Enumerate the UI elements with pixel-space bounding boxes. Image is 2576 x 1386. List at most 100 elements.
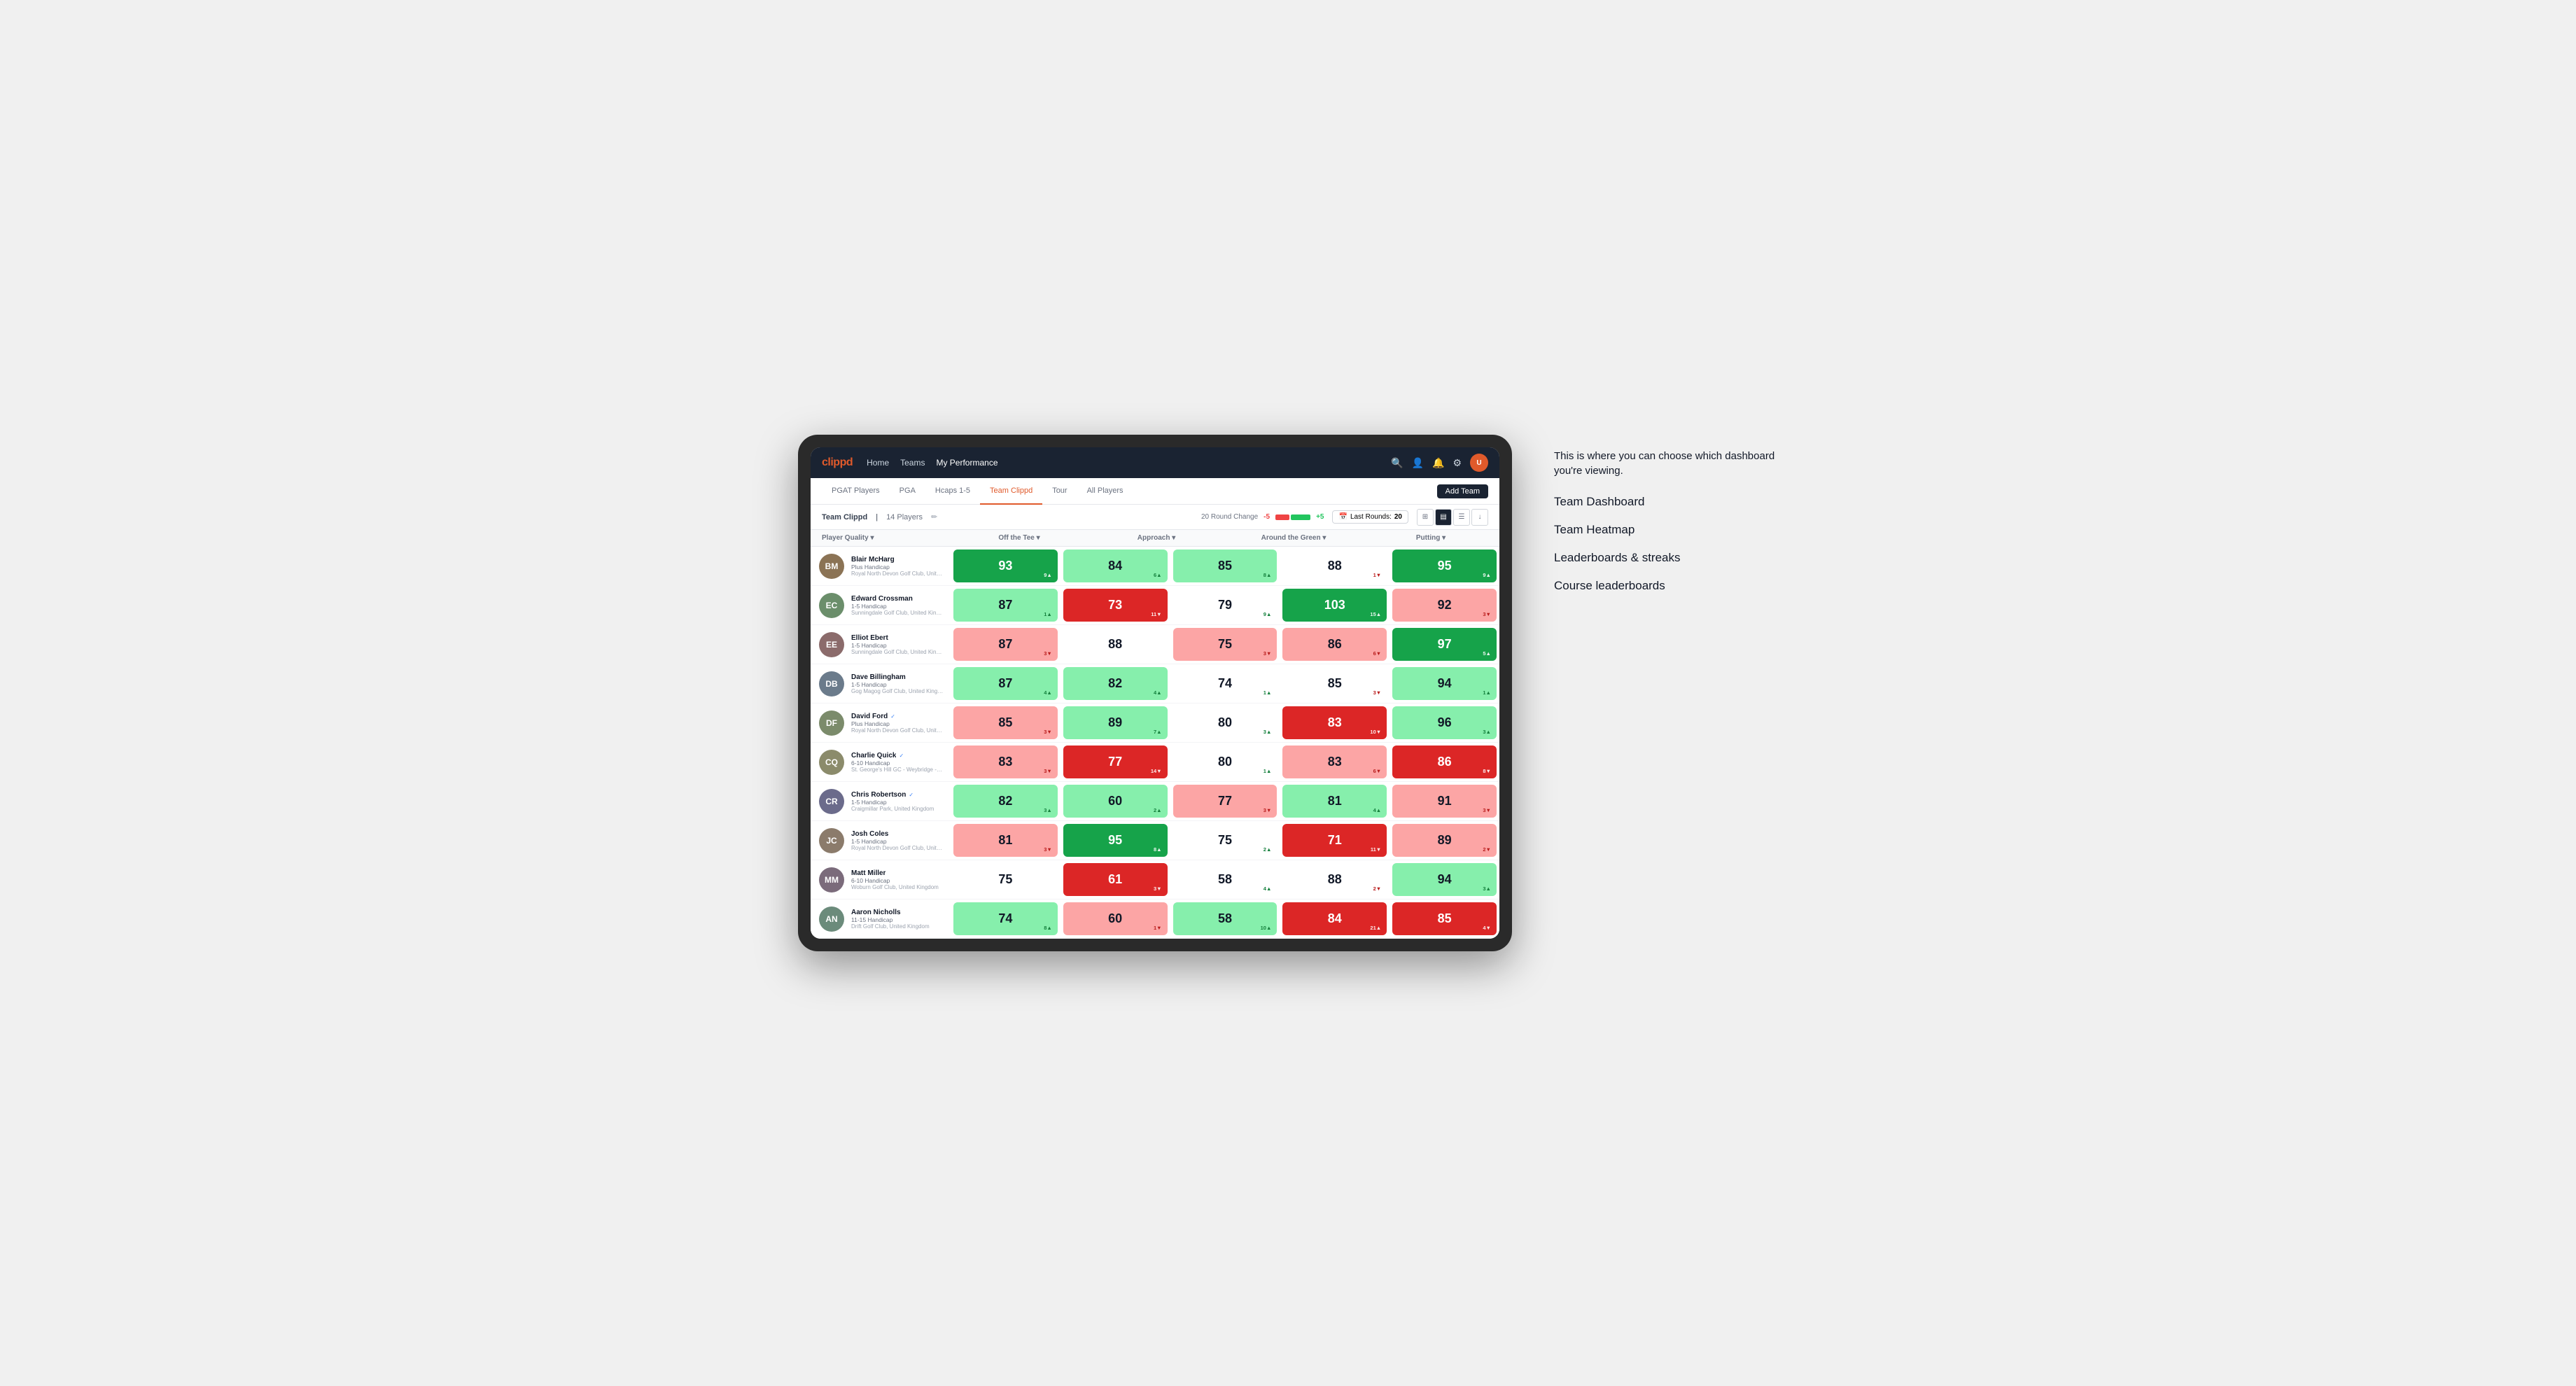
metric-cell-6-4[interactable]: 913▼ <box>1392 785 1497 818</box>
metric-cell-1-0[interactable]: 871▲ <box>953 589 1058 622</box>
metric-cell-6-2[interactable]: 773▼ <box>1173 785 1278 818</box>
avatar[interactable]: U <box>1470 454 1488 472</box>
table-row[interactable]: CRChris Robertson✓1-5 HandicapCraigmilla… <box>811 782 1499 821</box>
view-list-btn[interactable]: ☰ <box>1453 509 1470 526</box>
metric-cell-6-3[interactable]: 814▲ <box>1282 785 1387 818</box>
search-icon[interactable]: 🔍 <box>1391 457 1403 469</box>
column-header-player[interactable]: Player Quality ▾ <box>811 534 951 542</box>
metric-cell-9-3[interactable]: 8421▲ <box>1282 902 1387 935</box>
metric-cell-2-2[interactable]: 753▼ <box>1173 628 1278 661</box>
metric-cell-7-4[interactable]: 892▼ <box>1392 824 1497 857</box>
column-header-around[interactable]: Around the Green ▾ <box>1225 534 1362 542</box>
metric-cell-0-4[interactable]: 959▲ <box>1392 550 1497 582</box>
column-header-putting[interactable]: Putting ▾ <box>1362 534 1499 542</box>
table-row[interactable]: CQCharlie Quick✓6-10 HandicapSt. George'… <box>811 743 1499 782</box>
view-table-btn[interactable]: ▤ <box>1435 509 1452 526</box>
player-info: Edward Crossman1-5 HandicapSunningdale G… <box>851 595 944 616</box>
calendar-icon: 📅 <box>1338 513 1347 521</box>
metric-cell-4-2[interactable]: 803▲ <box>1173 706 1278 739</box>
metric-cell-5-4[interactable]: 868▼ <box>1392 746 1497 778</box>
metric-cell-0-1[interactable]: 846▲ <box>1063 550 1168 582</box>
metric-cell-5-3[interactable]: 836▼ <box>1282 746 1387 778</box>
metric-cell-9-4[interactable]: 854▼ <box>1392 902 1497 935</box>
metric-cell-1-2[interactable]: 799▲ <box>1173 589 1278 622</box>
tab-tour[interactable]: Tour <box>1042 478 1077 505</box>
metric-cell-7-0[interactable]: 813▼ <box>953 824 1058 857</box>
metric-value: 97 <box>1438 637 1452 652</box>
view-download-btn[interactable]: ↓ <box>1471 509 1488 526</box>
metric-cell-9-2[interactable]: 5810▲ <box>1173 902 1278 935</box>
metric-cell-0-2[interactable]: 858▲ <box>1173 550 1278 582</box>
table-row[interactable]: DBDave Billingham1-5 HandicapGog Magog G… <box>811 664 1499 704</box>
tab-teamclippd[interactable]: Team Clippd <box>980 478 1042 505</box>
metric-cell-7-1[interactable]: 958▲ <box>1063 824 1168 857</box>
metric-cell-8-0[interactable]: 75 <box>953 863 1058 896</box>
table-row[interactable]: ANAaron Nicholls11-15 HandicapDrift Golf… <box>811 899 1499 939</box>
settings-icon[interactable]: ⚙ <box>1452 457 1462 469</box>
user-icon[interactable]: 👤 <box>1412 457 1424 469</box>
metric-cell-9-0[interactable]: 748▲ <box>953 902 1058 935</box>
tab-hcaps[interactable]: Hcaps 1-5 <box>925 478 980 505</box>
metric-value: 58 <box>1218 911 1232 926</box>
tab-allplayers[interactable]: All Players <box>1077 478 1133 505</box>
metric-change: 11▼ <box>1371 846 1381 853</box>
metric-cell-9-1[interactable]: 601▼ <box>1063 902 1168 935</box>
metric-cell-0-3[interactable]: 881▼ <box>1282 550 1387 582</box>
last-rounds-button[interactable]: 📅 Last Rounds: 20 <box>1332 510 1408 524</box>
metric-cell-8-1[interactable]: 613▼ <box>1063 863 1168 896</box>
metric-cell-3-4[interactable]: 941▲ <box>1392 667 1497 700</box>
metric-value: 81 <box>998 833 1012 848</box>
bell-icon[interactable]: 🔔 <box>1432 457 1444 469</box>
player-name: Chris Robertson <box>851 791 906 799</box>
metric-cell-6-1[interactable]: 602▲ <box>1063 785 1168 818</box>
metric-cell-1-4[interactable]: 923▼ <box>1392 589 1497 622</box>
nav-link-myperformance[interactable]: My Performance <box>936 458 997 468</box>
edit-icon[interactable]: ✏ <box>931 512 937 522</box>
metric-cell-8-3[interactable]: 882▼ <box>1282 863 1387 896</box>
metric-value: 79 <box>1218 598 1232 612</box>
add-team-button[interactable]: Add Team <box>1437 484 1488 498</box>
table-row[interactable]: DFDavid Ford✓Plus HandicapRoyal North De… <box>811 704 1499 743</box>
tab-pga[interactable]: PGA <box>890 478 925 505</box>
metric-cell-3-1[interactable]: 824▲ <box>1063 667 1168 700</box>
metric-cell-5-2[interactable]: 801▲ <box>1173 746 1278 778</box>
metric-cell-2-3[interactable]: 866▼ <box>1282 628 1387 661</box>
player-club: Craigmillar Park, United Kingdom <box>851 806 934 812</box>
metric-cell-4-0[interactable]: 853▼ <box>953 706 1058 739</box>
metric-cell-2-1[interactable]: 88 <box>1063 628 1168 661</box>
metric-cell-7-2[interactable]: 752▲ <box>1173 824 1278 857</box>
metric-cell-1-1[interactable]: 7311▼ <box>1063 589 1168 622</box>
metric-cell-5-1[interactable]: 7714▼ <box>1063 746 1168 778</box>
metric-cell-7-3[interactable]: 7111▼ <box>1282 824 1387 857</box>
metric-cell-5-0[interactable]: 833▼ <box>953 746 1058 778</box>
nav-link-teams[interactable]: Teams <box>900 458 925 468</box>
metric-cell-2-4[interactable]: 975▲ <box>1392 628 1497 661</box>
column-header-approach[interactable]: Approach ▾ <box>1088 534 1225 542</box>
metric-cell-2-0[interactable]: 873▼ <box>953 628 1058 661</box>
metric-cell-3-0[interactable]: 874▲ <box>953 667 1058 700</box>
metric-cell-4-3[interactable]: 8310▼ <box>1282 706 1387 739</box>
view-grid-btn[interactable]: ⊞ <box>1417 509 1434 526</box>
tablet-screen: clippd Home Teams My Performance 🔍 👤 🔔 ⚙… <box>811 447 1499 939</box>
avatar: BM <box>819 554 844 579</box>
metric-cell-3-3[interactable]: 853▼ <box>1282 667 1387 700</box>
metric-change: 6▼ <box>1373 650 1382 657</box>
player-name: Elliot Ebert <box>851 634 888 642</box>
metric-cell-4-4[interactable]: 963▲ <box>1392 706 1497 739</box>
tab-pgat[interactable]: PGAT Players <box>822 478 890 505</box>
nav-link-home[interactable]: Home <box>867 458 889 468</box>
table-row[interactable]: ECEdward Crossman1-5 HandicapSunningdale… <box>811 586 1499 625</box>
metric-cell-4-1[interactable]: 897▲ <box>1063 706 1168 739</box>
metric-cell-6-0[interactable]: 823▲ <box>953 785 1058 818</box>
column-header-offtee[interactable]: Off the Tee ▾ <box>951 534 1088 542</box>
metric-cell-3-2[interactable]: 741▲ <box>1173 667 1278 700</box>
metric-value: 84 <box>1328 911 1342 926</box>
metric-cell-8-4[interactable]: 943▲ <box>1392 863 1497 896</box>
metric-cell-8-2[interactable]: 584▲ <box>1173 863 1278 896</box>
table-row[interactable]: BMBlair McHargPlus HandicapRoyal North D… <box>811 547 1499 586</box>
metric-cell-0-0[interactable]: 939▲ <box>953 550 1058 582</box>
table-row[interactable]: EEElliot Ebert1-5 HandicapSunningdale Go… <box>811 625 1499 664</box>
table-row[interactable]: MMMatt Miller6-10 HandicapWoburn Golf Cl… <box>811 860 1499 899</box>
metric-cell-1-3[interactable]: 10315▲ <box>1282 589 1387 622</box>
table-row[interactable]: JCJosh Coles1-5 HandicapRoyal North Devo… <box>811 821 1499 860</box>
